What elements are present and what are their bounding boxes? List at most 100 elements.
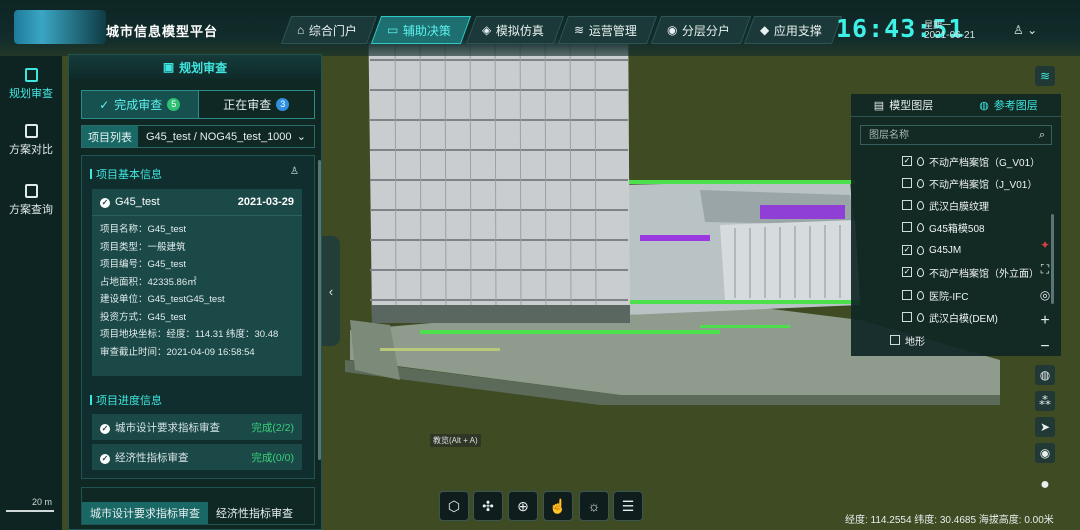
nav-item-floors[interactable]: ◉ 分层分户	[650, 16, 751, 44]
app-logo	[14, 10, 106, 44]
tab-reference-layers[interactable]: ◍ 参考图层	[956, 94, 1061, 116]
drop-icon	[917, 156, 924, 166]
layer-item[interactable]: ✓ G45JM	[902, 241, 961, 259]
tab-in-review[interactable]: 正在审查 3	[197, 91, 315, 118]
project-info-row: 项目名称：G45_test	[100, 224, 187, 235]
rail-item-planning-review[interactable]: 规划审查	[0, 68, 62, 101]
project-card: ✓ G45_test 2021-03-29 项目名称：G45_test 项目类型：…	[92, 189, 302, 376]
fan-tool-icon[interactable]: ✣	[473, 491, 503, 521]
layer-item-terrain[interactable]: 地形	[890, 331, 925, 349]
layer-item[interactable]: 医院-IFC	[902, 286, 968, 304]
model-tool-icon[interactable]: ⬡	[439, 491, 469, 521]
document-icon	[24, 124, 38, 138]
nav-item-support[interactable]: ◆ 应用支撑	[744, 16, 843, 44]
document-icon	[24, 184, 38, 198]
project-select-value: G45_test / NOG45_test_1000	[146, 130, 292, 143]
checkbox[interactable]	[890, 335, 900, 345]
tab-urban-design-indicators[interactable]: 城市设计要求指标审查	[82, 502, 208, 524]
search-icon[interactable]: ⌕	[1039, 129, 1045, 142]
sun-icon[interactable]: ☼	[579, 491, 609, 521]
check-circle-icon: ✓	[100, 453, 110, 464]
basic-info-heading: 项目基本信息	[90, 166, 162, 182]
checkbox[interactable]	[902, 200, 912, 210]
panel-scrollbar[interactable]	[318, 160, 321, 460]
folder-icon: ▤	[873, 99, 885, 112]
layer-item[interactable]: 武汉白模(DEM)	[902, 308, 998, 326]
progress-heading: 项目进度信息	[90, 392, 162, 408]
project-info-row: 建设单位：G45_testG45_test	[100, 294, 225, 305]
nav-item-simulation[interactable]: ◈ 模拟仿真	[465, 16, 564, 44]
progress-status: 完成(2/2)	[251, 421, 294, 434]
hand-icon[interactable]: ☝	[543, 491, 573, 521]
nav-item-decision[interactable]: ▭ 辅助决策	[371, 16, 472, 44]
project-info-row: 项目地块坐标：经度：114.31 纬度：30.48	[100, 329, 279, 340]
project-select[interactable]: 项目列表 G45_test / NOG45_test_1000 ⌄	[81, 125, 315, 148]
drop-icon	[917, 312, 924, 322]
main-nav: ⌂ 综合门户 ▭ 辅助决策 ◈ 模拟仿真 ≋ 运营管理 ◉ 分层分户 ◆ 应用支撑	[280, 16, 843, 44]
layer-item[interactable]: G45箱模508	[902, 218, 985, 236]
fullscreen-icon[interactable]: ⛶	[1035, 259, 1055, 279]
drop-icon	[917, 245, 924, 255]
chevron-down-icon: ⌄	[1027, 23, 1038, 37]
checkbox[interactable]	[902, 178, 912, 188]
coordinate-status: 经度: 114.2554 纬度: 30.4685 海拔高度: 0.00米	[845, 515, 1054, 526]
layers-toggle-icon[interactable]: ≋	[1035, 66, 1055, 86]
layer-search-input[interactable]	[867, 128, 1021, 142]
layers-icon: ≋	[573, 23, 584, 37]
checkbox-checked[interactable]: ✓	[902, 267, 912, 277]
layer-tabs: ▤ 模型图层 ◍ 参考图层	[851, 94, 1061, 117]
checkbox-checked[interactable]: ✓	[902, 245, 912, 255]
crosshair-icon[interactable]: ⊕	[508, 491, 538, 521]
user-menu[interactable]: ♙ ⌄	[1013, 23, 1037, 37]
project-info-row: 审查截止时间：2021-04-09 16:58:54	[100, 346, 255, 358]
progress-status: 完成(0/0)	[251, 451, 294, 464]
tab-model-layers[interactable]: ▤ 模型图层	[851, 94, 956, 116]
chevron-left-icon: ‹	[328, 283, 334, 299]
checkbox[interactable]	[902, 312, 912, 322]
collapse-panel-button[interactable]: ‹	[322, 236, 340, 346]
nav-item-portal[interactable]: ⌂ 综合门户	[280, 16, 378, 44]
drop-icon	[917, 178, 924, 188]
cube-icon: ◈	[481, 23, 491, 37]
rail-item-plan-compare[interactable]: 方案对比	[0, 124, 62, 157]
globe-icon[interactable]: ◍	[1035, 365, 1055, 385]
count-badge: 3	[276, 98, 290, 111]
progress-item[interactable]: ✓ 城市设计要求指标审查 完成(2/2)	[92, 414, 302, 440]
tab-economic-indicators[interactable]: 经济性指标审查	[208, 502, 301, 524]
checkbox[interactable]	[902, 222, 912, 232]
layer-item[interactable]: 武汉白膜纹理	[902, 196, 989, 214]
diamond-icon: ◆	[760, 23, 770, 37]
layer-item[interactable]: ✓ 不动产档案馆（G_V01）	[902, 152, 1040, 170]
rail-item-plan-query[interactable]: 方案查询	[0, 184, 62, 217]
check-icon: ✓	[99, 97, 110, 112]
scale-label: 20 m	[32, 497, 53, 507]
checkbox-checked[interactable]: ✓	[902, 156, 912, 166]
eye-icon[interactable]: ◉	[1035, 443, 1055, 463]
layer-item[interactable]: 不动产档案馆（J_V01）	[902, 174, 1037, 192]
scale-bar	[6, 510, 54, 512]
table-icon[interactable]: ☰	[613, 491, 643, 521]
person-icon[interactable]: ♙	[290, 166, 299, 177]
zoom-out-icon[interactable]: −	[1035, 337, 1055, 357]
project-card-header: ✓ G45_test 2021-03-29	[92, 189, 302, 216]
grid-icon[interactable]: ⁂	[1035, 391, 1055, 411]
lock-icon: ▣	[162, 60, 175, 74]
drop-icon	[917, 267, 924, 277]
progress-item[interactable]: ✓ 经济性指标审查 完成(0/0)	[92, 444, 302, 470]
earth-icon[interactable]: ●	[1035, 475, 1055, 495]
checkbox[interactable]	[902, 290, 912, 300]
project-info-row: 项目编号：G45_test	[100, 259, 187, 270]
navigate-icon[interactable]: ➤	[1035, 417, 1055, 437]
target-icon[interactable]: ◎	[1035, 285, 1055, 305]
left-rail: 规划审查 方案对比 方案查询	[0, 56, 62, 530]
project-info-row: 项目类型：一般建筑	[100, 241, 186, 253]
tab-completed-review[interactable]: ✓ 完成审查 5	[82, 91, 198, 118]
compass-icon[interactable]: ✦	[1035, 235, 1055, 255]
nav-item-operations[interactable]: ≋ 运营管理	[557, 16, 658, 44]
home-icon: ⌂	[297, 23, 305, 37]
app-title: 城市信息模型平台	[106, 24, 219, 39]
count-badge: 5	[167, 98, 181, 111]
layer-search: ⌕	[860, 125, 1052, 145]
zoom-in-icon[interactable]: +	[1035, 311, 1055, 331]
layer-item[interactable]: ✓ 不动产档案馆（外立面）	[902, 263, 1039, 281]
